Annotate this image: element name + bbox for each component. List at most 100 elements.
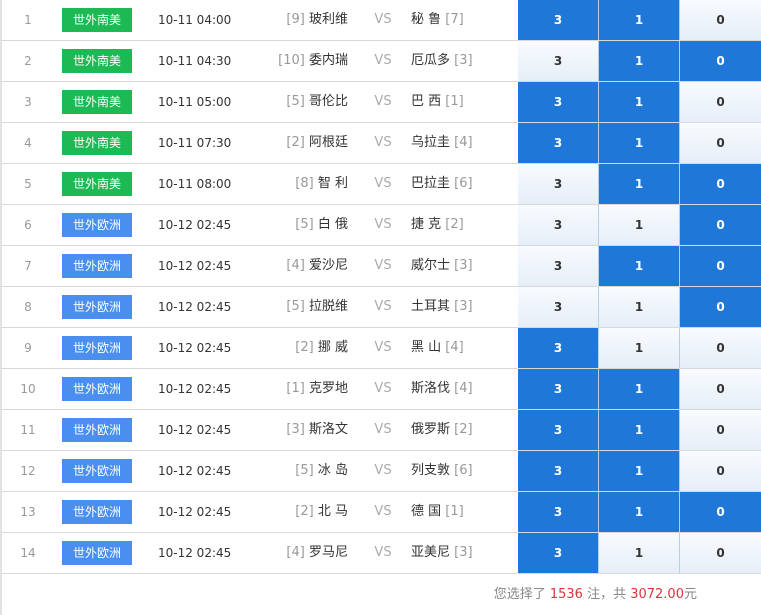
league-badge: 世外欧洲 bbox=[62, 254, 132, 278]
match-row: 14 世外欧洲 10-12 02:45 [4] 罗马尼 VS 亚美尼 [3] 3 1 0 bbox=[2, 533, 761, 574]
odd-option-win[interactable]: 3 bbox=[518, 246, 599, 286]
match-time: 10-12 02:45 bbox=[158, 546, 232, 560]
home-team-name: 白 俄 bbox=[317, 217, 348, 232]
odd-option-win[interactable]: 3 bbox=[518, 533, 599, 573]
away-team: 斯洛伐 [4] bbox=[411, 369, 511, 409]
home-team-name: 北 马 bbox=[317, 504, 348, 519]
odd-option-draw[interactable]: 1 bbox=[599, 205, 680, 245]
match-selection-panel: 1 世外南美 10-11 04:00 [9] 玻利维 VS 秘 鲁 [7] 3 1 0 2 世外南美… bbox=[0, 0, 761, 615]
odd-option-lose[interactable]: 0 bbox=[680, 0, 761, 40]
odd-option-draw[interactable]: 1 bbox=[599, 82, 680, 122]
league-badge: 世外欧洲 bbox=[62, 500, 132, 524]
league-badge: 世外欧洲 bbox=[62, 295, 132, 319]
odd-option-lose[interactable]: 0 bbox=[680, 369, 761, 409]
odd-option-draw[interactable]: 1 bbox=[599, 533, 680, 573]
away-team-name: 列支敦 bbox=[411, 463, 451, 478]
match-row: 11 世外欧洲 10-12 02:45 [3] 斯洛文 VS 俄罗斯 [2] 3 1 0 bbox=[2, 410, 761, 451]
home-rank: [5] bbox=[286, 94, 305, 109]
league-badge: 世外南美 bbox=[62, 90, 132, 114]
odd-option-lose[interactable]: 0 bbox=[680, 246, 761, 286]
home-rank: [4] bbox=[286, 258, 305, 273]
odd-option-draw[interactable]: 1 bbox=[599, 492, 680, 532]
away-team: 秘 鲁 [7] bbox=[411, 0, 511, 40]
away-team-name: 黑 山 bbox=[411, 340, 442, 355]
summary-middle: 注，共 bbox=[582, 587, 631, 602]
odd-option-lose[interactable]: 0 bbox=[680, 492, 761, 532]
odd-option-lose[interactable]: 0 bbox=[680, 164, 761, 204]
home-team: [2] 阿根廷 bbox=[252, 123, 348, 163]
odd-option-win[interactable]: 3 bbox=[518, 82, 599, 122]
odd-option-win[interactable]: 3 bbox=[518, 41, 599, 81]
odd-option-lose[interactable]: 0 bbox=[680, 328, 761, 368]
match-time: 10-12 02:45 bbox=[158, 464, 232, 478]
away-team-name: 德 国 bbox=[411, 504, 442, 519]
away-team: 捷 克 [2] bbox=[411, 205, 511, 245]
odd-option-win[interactable]: 3 bbox=[518, 328, 599, 368]
away-team: 土耳其 [3] bbox=[411, 287, 511, 327]
home-rank: [3] bbox=[286, 422, 305, 437]
odd-option-draw[interactable]: 1 bbox=[599, 164, 680, 204]
odd-option-win[interactable]: 3 bbox=[518, 287, 599, 327]
match-row: 5 世外南美 10-11 08:00 [8] 智 利 VS 巴拉圭 [6] 3 1 0 bbox=[2, 164, 761, 205]
vs-label: VS bbox=[374, 53, 392, 68]
home-team: [1] 克罗地 bbox=[252, 369, 348, 409]
home-team-name: 委内瑞 bbox=[308, 53, 348, 68]
home-team: [4] 罗马尼 bbox=[252, 533, 348, 573]
match-time: 10-12 02:45 bbox=[158, 382, 232, 396]
odd-option-win[interactable]: 3 bbox=[518, 205, 599, 245]
match-time: 10-12 02:45 bbox=[158, 300, 232, 314]
match-index: 6 bbox=[24, 218, 32, 232]
odd-option-win[interactable]: 3 bbox=[518, 369, 599, 409]
away-team-name: 厄瓜多 bbox=[411, 53, 451, 68]
home-team-name: 罗马尼 bbox=[308, 545, 348, 560]
odd-option-win[interactable]: 3 bbox=[518, 0, 599, 40]
odd-option-draw[interactable]: 1 bbox=[599, 451, 680, 491]
odd-option-lose[interactable]: 0 bbox=[680, 82, 761, 122]
league-badge: 世外南美 bbox=[62, 8, 132, 32]
odd-option-draw[interactable]: 1 bbox=[599, 328, 680, 368]
odd-option-lose[interactable]: 0 bbox=[680, 451, 761, 491]
match-index: 2 bbox=[24, 54, 32, 68]
odd-option-draw[interactable]: 1 bbox=[599, 123, 680, 163]
home-rank: [5] bbox=[286, 299, 305, 314]
odd-option-draw[interactable]: 1 bbox=[599, 287, 680, 327]
odd-option-lose[interactable]: 0 bbox=[680, 41, 761, 81]
home-team: [3] 斯洛文 bbox=[252, 410, 348, 450]
odd-option-lose[interactable]: 0 bbox=[680, 205, 761, 245]
away-team: 德 国 [1] bbox=[411, 492, 511, 532]
away-team: 俄罗斯 [2] bbox=[411, 410, 511, 450]
home-team-name: 哥伦比 bbox=[308, 94, 348, 109]
odd-option-draw[interactable]: 1 bbox=[599, 41, 680, 81]
odd-option-draw[interactable]: 1 bbox=[599, 0, 680, 40]
home-team-name: 克罗地 bbox=[308, 381, 348, 396]
odd-option-win[interactable]: 3 bbox=[518, 410, 599, 450]
home-team: [5] 白 俄 bbox=[252, 205, 348, 245]
league-badge: 世外南美 bbox=[62, 131, 132, 155]
league-badge: 世外欧洲 bbox=[62, 459, 132, 483]
vs-label: VS bbox=[374, 299, 392, 314]
summary-prefix: 您选择了 bbox=[493, 587, 550, 602]
odd-option-win[interactable]: 3 bbox=[518, 492, 599, 532]
home-team-name: 智 利 bbox=[317, 176, 348, 191]
odd-option-lose[interactable]: 0 bbox=[680, 287, 761, 327]
match-time: 10-11 05:00 bbox=[158, 95, 232, 109]
odd-option-draw[interactable]: 1 bbox=[599, 246, 680, 286]
odd-option-lose[interactable]: 0 bbox=[680, 410, 761, 450]
match-index: 3 bbox=[24, 95, 32, 109]
match-index: 9 bbox=[24, 341, 32, 355]
away-rank: [1] bbox=[445, 94, 464, 109]
home-rank: [2] bbox=[286, 135, 305, 150]
away-rank: [4] bbox=[454, 135, 473, 150]
match-table: 1 世外南美 10-11 04:00 [9] 玻利维 VS 秘 鲁 [7] 3 1 0 2 世外南美… bbox=[2, 0, 761, 574]
match-row: 6 世外欧洲 10-12 02:45 [5] 白 俄 VS 捷 克 [2] 3 1 0 bbox=[2, 205, 761, 246]
odd-option-lose[interactable]: 0 bbox=[680, 533, 761, 573]
home-team-name: 斯洛文 bbox=[308, 422, 348, 437]
league-badge: 世外欧洲 bbox=[62, 213, 132, 237]
odd-option-win[interactable]: 3 bbox=[518, 451, 599, 491]
odd-option-win[interactable]: 3 bbox=[518, 123, 599, 163]
odd-option-lose[interactable]: 0 bbox=[680, 123, 761, 163]
odd-option-draw[interactable]: 1 bbox=[599, 369, 680, 409]
odd-option-win[interactable]: 3 bbox=[518, 164, 599, 204]
vs-label: VS bbox=[374, 258, 392, 273]
odd-option-draw[interactable]: 1 bbox=[599, 410, 680, 450]
